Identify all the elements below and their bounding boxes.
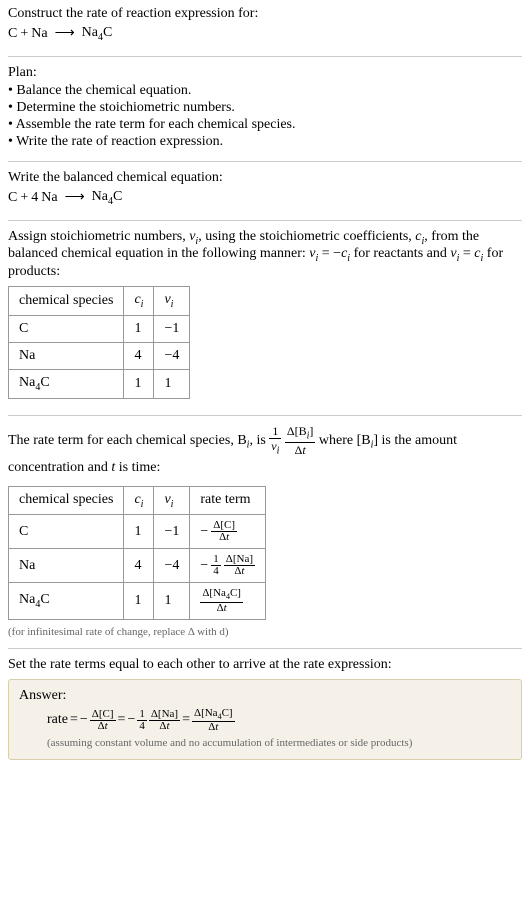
assumption-note: (assuming constant volume and no accumul… <box>47 737 511 749</box>
plan-title: Plan: <box>8 65 522 81</box>
coefficient: 4 <box>31 190 38 206</box>
cell-species: C <box>9 515 124 549</box>
cell-nu: 1 <box>154 583 190 619</box>
table-row: Na4C 1 1 <box>9 369 190 398</box>
plan-item: • Balance the chemical equation. <box>8 83 522 99</box>
infinitesimal-note: (for infinitesimal rate of change, repla… <box>8 626 522 638</box>
unbalanced-equation: C + Na ⟶ Na4C <box>8 25 522 43</box>
cell-rate: − 1 4 Δ[Na] Δt <box>190 549 266 583</box>
fraction: Δ[Bi] Δt <box>285 424 316 457</box>
cell-nu: −1 <box>154 315 190 342</box>
cell-c: 1 <box>124 583 154 619</box>
fraction: Δ[Na4C] Δt <box>192 708 235 733</box>
cell-nu: 1 <box>154 369 190 398</box>
plan-section: Plan: • Balance the chemical equation. •… <box>8 65 522 162</box>
table-row: C 1 −1 − Δ[C] Δt <box>9 515 266 549</box>
rate-expression: rate = − Δ[C] Δt = − 1 4 Δ[Na] Δt = Δ[Na… <box>47 708 511 733</box>
cell-nu: −4 <box>154 342 190 369</box>
stoich-intro: Assign stoichiometric numbers, νi, using… <box>8 229 522 281</box>
reactant-2: Na <box>41 190 57 206</box>
reaction-arrow-icon: ⟶ <box>61 189 89 206</box>
balanced-intro: Write the balanced chemical equation: <box>8 170 522 186</box>
product-1: Na4C <box>92 189 123 207</box>
balanced-equation: C + 4 Na ⟶ Na4C <box>8 189 522 207</box>
plan-item: • Assemble the rate term for each chemic… <box>8 117 522 133</box>
stoich-section: Assign stoichiometric numbers, νi, using… <box>8 229 522 416</box>
col-nui: νi <box>154 486 190 515</box>
final-intro: Set the rate terms equal to each other t… <box>8 657 522 673</box>
fraction: 1 νi <box>269 424 281 457</box>
cell-c: 1 <box>124 369 154 398</box>
table-row: Na 4 −4 − 1 4 Δ[Na] Δt <box>9 549 266 583</box>
reactant-1: C <box>8 190 17 206</box>
answer-label: Answer: <box>19 688 511 704</box>
table-header-row: chemical species ci νi <box>9 287 190 316</box>
col-species: chemical species <box>9 486 124 515</box>
reactant-1: C <box>8 26 17 42</box>
fraction: Δ[C] Δt <box>90 709 116 732</box>
plan-list: • Balance the chemical equation. • Deter… <box>8 83 522 150</box>
cell-species: Na4C <box>9 583 124 619</box>
reaction-arrow-icon: ⟶ <box>51 25 79 42</box>
fraction: Δ[Na] Δt <box>149 709 180 732</box>
rateterm-intro: The rate term for each chemical species,… <box>8 424 522 480</box>
table-row: Na 4 −4 <box>9 342 190 369</box>
cell-c: 1 <box>124 315 154 342</box>
fraction: 1 4 <box>211 554 221 577</box>
col-nui: νi <box>154 287 190 316</box>
cell-species: Na <box>9 549 124 583</box>
cell-nu: −1 <box>154 515 190 549</box>
prompt-section: Construct the rate of reaction expressio… <box>8 6 522 57</box>
cell-rate: Δ[Na4C] Δt <box>190 583 266 619</box>
cell-nu: −4 <box>154 549 190 583</box>
cell-species: C <box>9 315 124 342</box>
table-row: Na4C 1 1 Δ[Na4C] Δt <box>9 583 266 619</box>
product-1: Na4C <box>82 25 113 43</box>
table-header-row: chemical species ci νi rate term <box>9 486 266 515</box>
rateterm-table: chemical species ci νi rate term C 1 −1 … <box>8 486 266 620</box>
table-row: C 1 −1 <box>9 315 190 342</box>
answer-box: Answer: rate = − Δ[C] Δt = − 1 4 Δ[Na] Δ… <box>8 679 522 760</box>
rateterm-section: The rate term for each chemical species,… <box>8 424 522 649</box>
cell-species: Na4C <box>9 369 124 398</box>
fraction: 1 4 <box>137 709 147 732</box>
col-species: chemical species <box>9 287 124 316</box>
col-ci: ci <box>124 287 154 316</box>
stoich-table: chemical species ci νi C 1 −1 Na 4 −4 Na… <box>8 286 190 399</box>
cell-species: Na <box>9 342 124 369</box>
prompt-text: Construct the rate of reaction expressio… <box>8 6 522 22</box>
col-rate: rate term <box>190 486 266 515</box>
reactant-2: Na <box>31 26 47 42</box>
plan-item: • Write the rate of reaction expression. <box>8 134 522 150</box>
fraction: Δ[Na4C] Δt <box>200 588 243 613</box>
cell-c: 1 <box>124 515 154 549</box>
rate-word: rate <box>47 712 68 728</box>
fraction: Δ[Na] Δt <box>224 554 255 577</box>
final-section: Set the rate terms equal to each other t… <box>8 657 522 770</box>
col-ci: ci <box>124 486 154 515</box>
plan-item: • Determine the stoichiometric numbers. <box>8 100 522 116</box>
balanced-section: Write the balanced chemical equation: C … <box>8 170 522 221</box>
cell-rate: − Δ[C] Δt <box>190 515 266 549</box>
plus-sign: + <box>20 26 28 42</box>
plus-sign: + <box>20 190 28 206</box>
cell-c: 4 <box>124 342 154 369</box>
cell-c: 4 <box>124 549 154 583</box>
fraction: Δ[C] Δt <box>211 520 237 543</box>
